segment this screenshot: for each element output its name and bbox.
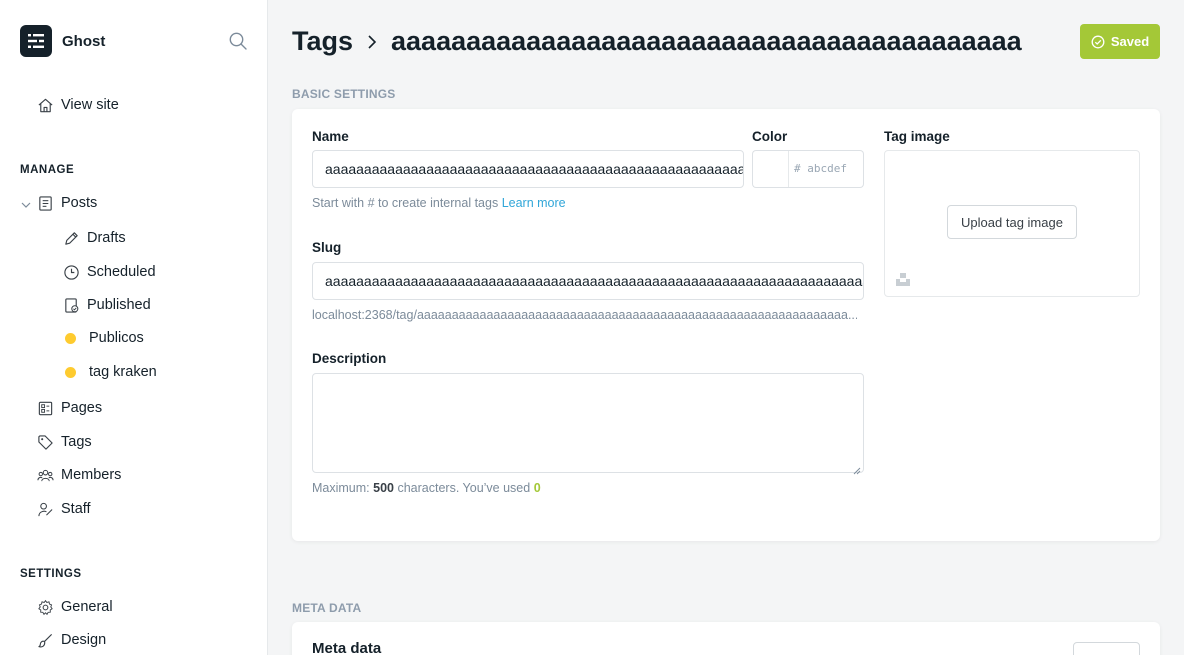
search-icon[interactable] [228,31,248,51]
tag-icon [36,433,54,451]
view-site-label: View site [61,97,119,113]
saved-button[interactable]: Saved [1080,24,1160,59]
settings-section-label: SETTINGS [20,568,82,580]
sidebar-item-tag-kraken[interactable]: tag kraken [62,364,157,380]
max-suffix: characters. You’ve used [397,481,531,495]
chevron-down-icon[interactable] [20,198,32,210]
tag-color-dot [65,366,76,378]
sidebar-item-staff[interactable]: Staff [36,500,91,518]
site-name: Ghost [62,32,106,50]
published-label: Published [87,297,151,313]
tag-image-dropzone[interactable]: Upload tag image [884,150,1140,297]
breadcrumb-tags[interactable]: Tags [292,26,353,57]
color-swatch[interactable] [752,150,789,188]
sidebar: Ghost View site MANAGE Posts Drafts Sche… [0,0,268,655]
ghost-logo-icon [20,25,52,57]
staff-icon [36,500,54,518]
used-count: 0 [533,481,541,495]
gear-icon [36,598,54,616]
tags-label: Tags [61,434,92,450]
brush-icon [36,631,54,649]
chevron-right-icon [365,33,379,51]
pages-label: Pages [61,400,103,416]
saved-label: Saved [1110,34,1150,49]
description-counter: Maximum: 500 characters. You’ve used 0 [312,481,541,495]
published-icon [62,296,80,314]
name-label: Name [312,129,349,144]
design-label: Design [61,632,107,648]
basic-settings-card: Name aaaaaaaaaaaaaaaaaaaaaaaaaaaaaaaaaaa… [292,109,1160,541]
members-label: Members [61,467,122,483]
name-hint: Start with # to create internal tags Lea… [312,196,566,210]
meta-data-card: Meta data [292,622,1160,655]
drafts-label: Drafts [87,230,126,246]
sidebar-item-view-site[interactable]: View site [36,96,119,114]
tag-image-label: Tag image [884,129,950,144]
sidebar-item-tags[interactable]: Tags [36,433,92,451]
publicos-label: Publicos [89,330,144,346]
main-content: Tags aaaaaaaaaaaaaaaaaaaaaaaaaaaaaaaaaaa… [268,0,1184,655]
description-textarea[interactable] [312,373,864,475]
sidebar-item-publicos[interactable]: Publicos [62,330,144,346]
max-count: 500 [373,481,394,495]
tag-title: aaaaaaaaaaaaaaaaaaaaaaaaaaaaaaaaaaaaaaaa… [391,26,1022,56]
basic-settings-label: BASIC SETTINGS [292,87,396,101]
manage-section-label: MANAGE [20,164,75,176]
sidebar-item-pages[interactable]: Pages [36,399,102,417]
page-title: Tags aaaaaaaaaaaaaaaaaaaaaaaaaaaaaaaaaaa… [292,26,1092,57]
clock-icon [62,263,80,281]
sidebar-item-posts[interactable]: Posts [36,194,97,212]
tag-kraken-label: tag kraken [89,364,157,380]
sidebar-item-scheduled[interactable]: Scheduled [62,263,156,281]
unsplash-icon[interactable] [896,272,910,286]
tag-color-dot [65,332,76,344]
slug-label: Slug [312,240,342,255]
upload-tag-image-button[interactable]: Upload tag image [947,205,1077,239]
name-hint-text: Start with # to create internal tags [312,196,499,210]
sidebar-item-members[interactable]: Members [36,466,121,484]
meta-data-group-label: META DATA [292,601,362,615]
slug-input[interactable]: aaaaaaaaaaaaaaaaaaaaaaaaaaaaaaaaaaaaaaaa… [312,262,864,300]
check-circle-icon [1091,35,1105,48]
resize-handle-icon[interactable] [853,462,861,475]
posts-label: Posts [61,195,98,211]
pages-icon [36,399,54,417]
brand[interactable]: Ghost [20,25,105,57]
pencil-icon [62,229,80,247]
color-label: Color [752,129,788,144]
posts-icon [36,194,54,212]
color-input[interactable]: # abcdef [788,150,864,188]
slug-url: localhost:2368/tag/aaaaaaaaaaaaaaaaaaaaa… [312,308,857,322]
sidebar-item-published[interactable]: Published [62,296,151,314]
home-icon [36,96,54,114]
staff-label: Staff [61,501,91,517]
name-input[interactable]: aaaaaaaaaaaaaaaaaaaaaaaaaaaaaaaaaaaaaaaa… [312,150,744,188]
sidebar-item-general[interactable]: General [36,598,113,616]
general-label: General [61,599,113,615]
sidebar-item-drafts[interactable]: Drafts [62,229,126,247]
expand-button[interactable] [1073,642,1140,655]
description-label: Description [312,351,387,366]
members-icon [36,466,54,484]
scheduled-label: Scheduled [87,264,156,280]
learn-more-link[interactable]: Learn more [502,196,566,210]
sidebar-item-design[interactable]: Design [36,631,106,649]
max-text: Maximum: [312,481,370,495]
meta-data-title: Meta data [312,640,382,655]
